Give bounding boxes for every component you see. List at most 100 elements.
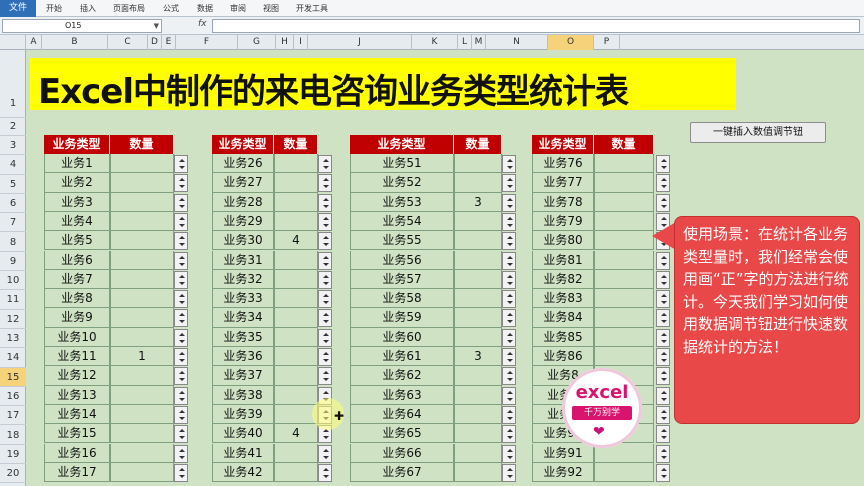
tab-formulas[interactable]: 公式 [163,0,179,17]
cell-quantity[interactable] [594,289,654,309]
cell-business-type[interactable]: 业务8 [44,289,110,309]
column-header-p[interactable]: P [594,35,620,50]
cell-business-type[interactable]: 业务91 [532,443,594,463]
spin-button[interactable] [656,155,670,173]
spin-button[interactable] [318,232,332,251]
cell-quantity[interactable] [110,269,174,290]
cell-business-type[interactable]: 业务52 [350,173,454,193]
cell-business-type[interactable]: 业务27 [212,173,274,193]
spin-button[interactable] [318,444,332,463]
cell-quantity[interactable] [454,269,502,290]
cell-business-type[interactable]: 业务16 [44,443,110,463]
row-header-15[interactable]: 15 [0,367,26,387]
cell-business-type[interactable]: 业务59 [350,308,454,328]
cell-quantity[interactable] [274,443,318,463]
cell-business-type[interactable]: 业务33 [212,289,274,309]
cell-quantity[interactable] [110,366,174,386]
cell-quantity[interactable] [274,462,318,483]
spin-button[interactable] [502,155,516,173]
cell-business-type[interactable]: 业务65 [350,424,454,444]
insert-spinner-button[interactable]: 一键插入数值调节钮 [690,122,826,143]
cell-business-type[interactable]: 业务80 [532,231,594,251]
cell-business-type[interactable]: 业务85 [532,327,594,347]
cell-business-type[interactable]: 业务13 [44,385,110,405]
cell-business-type[interactable]: 业务10 [44,327,110,347]
cell-quantity[interactable] [274,192,318,212]
cell-quantity[interactable]: 3 [454,347,502,367]
spin-button[interactable] [318,367,332,386]
cell-quantity[interactable] [274,347,318,367]
row-header-17[interactable]: 17 [0,406,26,426]
column-header-d[interactable]: D [148,35,162,50]
spin-button[interactable] [318,174,332,193]
cell-quantity[interactable] [594,173,654,193]
cell-quantity[interactable] [454,327,502,347]
row-header-1[interactable]: 1 [0,50,26,118]
spin-button[interactable] [318,348,332,366]
column-header-i[interactable]: I [294,35,308,50]
cell-business-type[interactable]: 业务84 [532,308,594,328]
cell-quantity[interactable] [274,173,318,193]
cell-quantity[interactable] [110,462,174,483]
tab-view[interactable]: 视图 [263,0,279,17]
spin-button[interactable] [174,405,188,424]
cell-business-type[interactable]: 业务31 [212,250,274,270]
cell-quantity[interactable] [454,366,502,386]
cell-quantity[interactable]: 4 [274,231,318,251]
row-header-20[interactable]: 20 [0,464,26,484]
spin-button[interactable] [502,328,516,347]
spin-button[interactable] [502,386,516,405]
cell-business-type[interactable]: 业务28 [212,192,274,212]
cell-business-type[interactable]: 业务3 [44,192,110,212]
spin-button[interactable] [174,348,188,366]
cell-business-type[interactable]: 业务78 [532,192,594,212]
cell-quantity[interactable]: 3 [454,192,502,212]
cell-business-type[interactable]: 业务60 [350,327,454,347]
spin-button[interactable] [174,425,188,444]
tab-review[interactable]: 审阅 [230,0,246,17]
cell-business-type[interactable]: 业务1 [44,154,110,174]
tab-developer[interactable]: 开发工具 [296,0,328,17]
spin-button[interactable] [656,193,670,212]
row-header-13[interactable]: 13 [0,329,26,349]
cell-quantity[interactable] [110,443,174,463]
cell-quantity[interactable] [454,385,502,405]
spin-button[interactable] [174,212,188,231]
spin-button[interactable] [318,155,332,173]
row-header-9[interactable]: 9 [0,252,26,272]
cell-business-type[interactable]: 业务54 [350,211,454,232]
cell-quantity[interactable]: 1 [110,347,174,367]
cell-business-type[interactable]: 业务12 [44,366,110,386]
name-box[interactable]: O15 ▼ [2,19,162,33]
spin-button[interactable] [656,405,670,424]
select-all-corner[interactable] [0,35,26,50]
cell-business-type[interactable]: 业务39 [212,404,274,425]
row-header-6[interactable]: 6 [0,194,26,214]
column-header-l[interactable]: L [458,35,472,50]
cell-quantity[interactable] [594,462,654,483]
cell-quantity[interactable] [274,289,318,309]
cell-business-type[interactable]: 业务7 [44,269,110,290]
row-header-4[interactable]: 4 [0,155,26,175]
cell-quantity[interactable] [110,404,174,425]
column-header-f[interactable]: F [176,35,238,50]
cell-quantity[interactable] [110,424,174,444]
tab-home[interactable]: 开始 [46,0,62,17]
cell-business-type[interactable]: 业务40 [212,424,274,444]
cell-quantity[interactable] [454,424,502,444]
spin-button[interactable] [502,309,516,328]
spin-button[interactable] [656,463,670,482]
column-header-e[interactable]: E [162,35,176,50]
spin-button[interactable] [656,386,670,405]
cell-quantity[interactable] [274,308,318,328]
spin-button[interactable] [502,463,516,482]
spin-button[interactable] [318,290,332,309]
cell-business-type[interactable]: 业务81 [532,250,594,270]
tab-page-layout[interactable]: 页面布局 [113,0,145,17]
spin-button[interactable] [174,270,188,289]
cell-quantity[interactable] [274,269,318,290]
spin-button[interactable] [656,425,670,444]
tab-data[interactable]: 数据 [197,0,213,17]
chevron-down-icon[interactable]: ▼ [154,20,159,32]
cell-quantity[interactable] [110,327,174,347]
